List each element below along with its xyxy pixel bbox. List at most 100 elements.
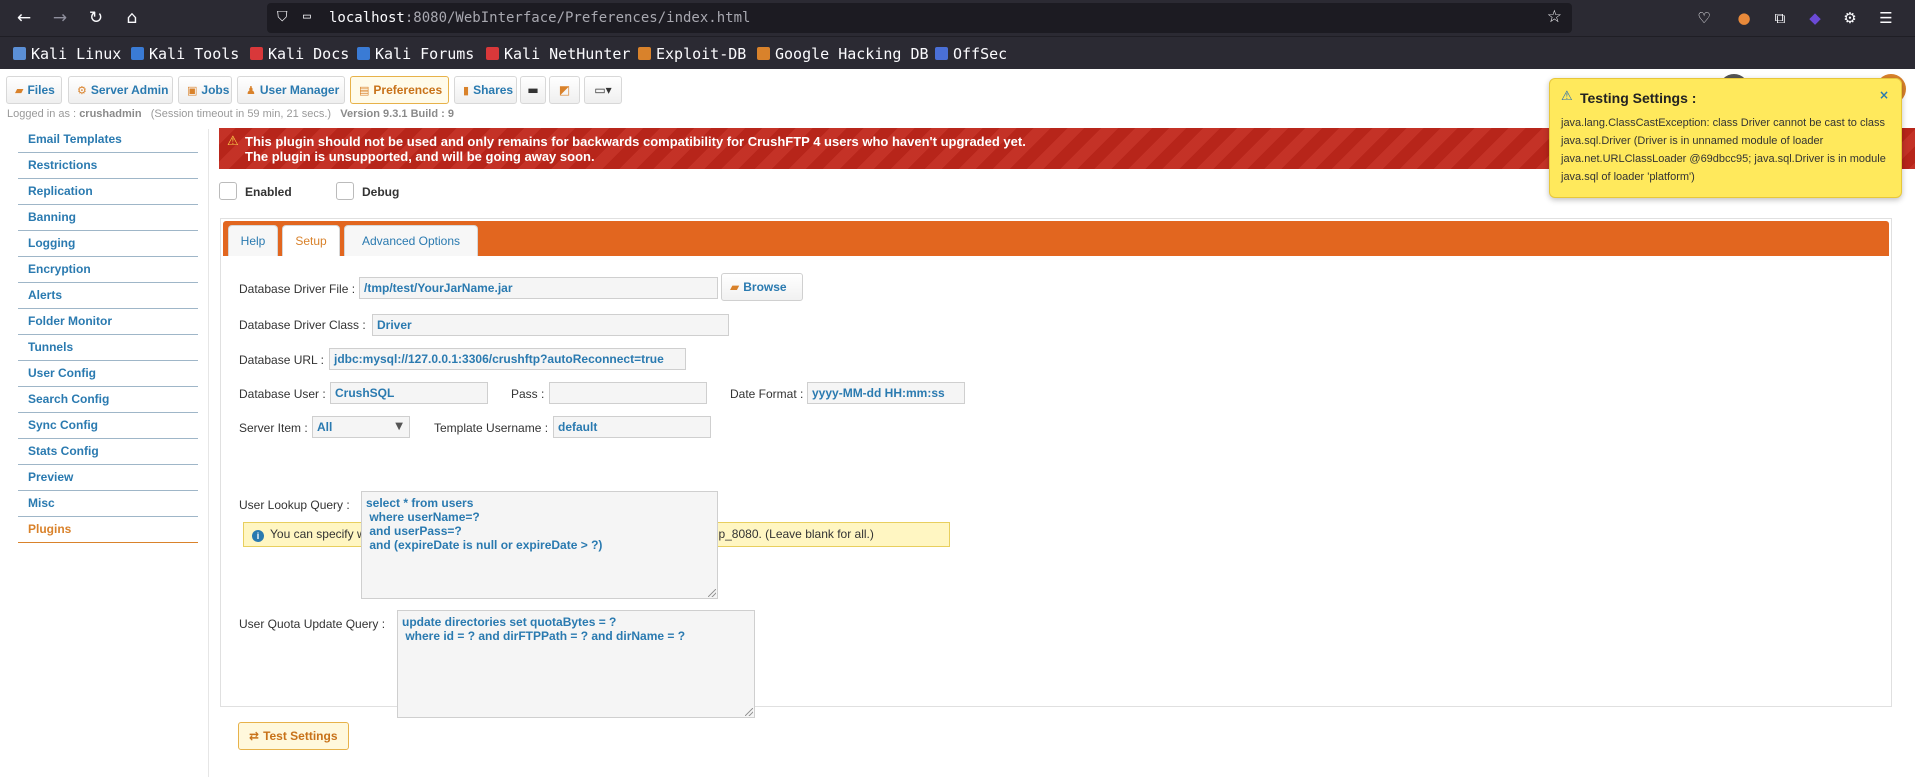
notification-title: Testing Settings :: [1580, 90, 1697, 106]
test-settings-button[interactable]: ⇄ Test Settings: [238, 722, 349, 750]
bookmark-star-icon[interactable]: ☆: [1547, 7, 1562, 27]
terminal-icon: ▬: [527, 83, 539, 97]
menu-replication[interactable]: Replication: [18, 179, 198, 205]
menu-icon[interactable]: ☰: [1875, 7, 1897, 29]
server-item-select[interactable]: All ▼: [312, 416, 410, 438]
menu-banning[interactable]: Banning: [18, 205, 198, 231]
server-item-label: Server Item :: [239, 421, 308, 435]
tab-advanced-options[interactable]: Advanced Options: [344, 225, 478, 256]
menu-search-config[interactable]: Search Config: [18, 387, 198, 413]
warning-line-1: This plugin should not be used and only …: [245, 134, 1026, 149]
bookmark-kali-linux[interactable]: Kali Linux: [13, 45, 121, 63]
browse-button[interactable]: ▰ Browse: [721, 273, 803, 301]
server-admin-button[interactable]: ⚙ Server Admin: [68, 76, 173, 104]
back-icon[interactable]: ←: [12, 6, 36, 30]
home-icon[interactable]: ⌂: [120, 6, 144, 30]
preferences-icon: ▤: [359, 84, 370, 97]
bookmark-kali-tools[interactable]: Kali Tools: [131, 45, 239, 63]
template-username-input[interactable]: default: [553, 416, 711, 438]
pass-label: Pass :: [511, 387, 545, 401]
date-format-label: Date Format :: [730, 387, 804, 401]
bookmark-kali-forums[interactable]: Kali Forums: [357, 45, 474, 63]
debug-checkbox[interactable]: [336, 182, 354, 200]
tab-setup[interactable]: Setup: [282, 225, 340, 256]
resize-handle-icon[interactable]: [745, 708, 753, 716]
bookmark-google-hacking-db[interactable]: Google Hacking DB: [757, 45, 929, 63]
template-username-label: Template Username :: [434, 421, 549, 435]
menu-plugins[interactable]: Plugins: [18, 517, 198, 543]
quota-query-label: User Quota Update Query :: [239, 617, 386, 631]
db-url-label: Database URL :: [239, 353, 324, 367]
files-button[interactable]: ▰ Files: [6, 76, 62, 104]
jobs-button[interactable]: ▣ Jobs: [178, 76, 232, 104]
extensions-icon[interactable]: ⧉: [1769, 7, 1791, 29]
preferences-button[interactable]: ▤ Preferences: [350, 76, 449, 104]
menu-logging[interactable]: Logging: [18, 231, 198, 257]
shield-icon[interactable]: ⛉: [277, 9, 288, 25]
enabled-label: Enabled: [245, 185, 292, 199]
db-user-input[interactable]: CrushSQL: [330, 382, 488, 404]
menu-alerts[interactable]: Alerts: [18, 283, 198, 309]
content-divider: [208, 129, 209, 777]
bookmark-kali-nethunter[interactable]: Kali NetHunter: [486, 45, 630, 63]
user-manager-button[interactable]: ♟ User Manager: [237, 76, 345, 104]
kali-tools-icon: [131, 47, 144, 60]
menu-stats-config[interactable]: Stats Config: [18, 439, 198, 465]
db-user-label: Database User :: [239, 387, 326, 401]
kali-nethunter-icon: [486, 47, 499, 60]
shares-button[interactable]: ▮ Shares: [454, 76, 517, 104]
menu-misc[interactable]: Misc: [18, 491, 198, 517]
exploit-db-icon: [638, 47, 651, 60]
menu-sync-config[interactable]: Sync Config: [18, 413, 198, 439]
ghdb-icon: [757, 47, 770, 60]
extension-purple-icon[interactable]: ◆: [1804, 7, 1826, 29]
exchange-icon: ⇄: [249, 729, 260, 743]
warning-line-2: The plugin is unsupported, and will be g…: [245, 149, 595, 164]
page-info-icon[interactable]: ▭: [303, 9, 311, 24]
pass-input[interactable]: [549, 382, 707, 404]
notification-body: java.lang.ClassCastException: class Driv…: [1561, 117, 1886, 183]
crushftp-app: ▰ Files ⚙ Server Admin ▣ Jobs ♟ User Manager…: [0, 69, 1915, 777]
driver-file-input[interactable]: /tmp/test/YourJarName.jar: [359, 277, 718, 299]
menu-encryption[interactable]: Encryption: [18, 257, 198, 283]
testing-settings-notification: ⚠ Testing Settings : × java.lang.ClassCa…: [1549, 78, 1902, 198]
folder-open-icon: ▰: [730, 280, 740, 294]
warning-icon: ⚠: [227, 134, 239, 149]
jobs-icon: ▣: [187, 84, 198, 97]
lookup-query-label: User Lookup Query :: [239, 498, 350, 512]
driver-class-label: Database Driver Class :: [239, 318, 366, 332]
tab-help[interactable]: Help: [228, 225, 278, 256]
date-format-input[interactable]: yyyy-MM-dd HH:mm:ss: [807, 382, 965, 404]
tools-button[interactable]: ◩: [549, 76, 580, 104]
bookmark-kali-docs[interactable]: Kali Docs: [250, 45, 349, 63]
image-dropdown-button[interactable]: ▭▾: [584, 76, 622, 104]
folder-icon: ▰: [15, 84, 24, 97]
menu-user-config[interactable]: User Config: [18, 361, 198, 387]
tab-bar: Help Setup Advanced Options: [223, 221, 1889, 256]
close-icon[interactable]: ×: [1879, 88, 1889, 102]
bookmark-exploit-db[interactable]: Exploit-DB: [638, 45, 746, 63]
profile-icon[interactable]: ●: [1733, 7, 1755, 29]
forward-icon[interactable]: →: [48, 6, 72, 30]
terminal-button[interactable]: ▬: [520, 76, 546, 104]
menu-preview[interactable]: Preview: [18, 465, 198, 491]
settings-icon[interactable]: ⚙: [1839, 7, 1861, 29]
menu-folder-monitor[interactable]: Folder Monitor: [18, 309, 198, 335]
driver-class-input[interactable]: Driver: [372, 314, 729, 336]
db-url-input[interactable]: jdbc:mysql://127.0.0.1:3306/crushftp?aut…: [329, 348, 686, 370]
debug-label: Debug: [362, 185, 400, 199]
menu-email-templates[interactable]: Email Templates: [18, 127, 198, 153]
menu-tunnels[interactable]: Tunnels: [18, 335, 198, 361]
kali-linux-icon: [13, 47, 26, 60]
lookup-query-textarea[interactable]: select * from users where userName=? and…: [361, 491, 718, 599]
bookmark-offsec[interactable]: OffSec: [935, 45, 1007, 63]
url-text[interactable]: localhost:8080/WebInterface/Preferences/…: [329, 10, 750, 26]
enabled-checkbox[interactable]: [219, 182, 237, 200]
resize-handle-icon[interactable]: [708, 589, 716, 597]
pocket-icon[interactable]: ♡: [1693, 7, 1715, 29]
menu-restrictions[interactable]: Restrictions: [18, 153, 198, 179]
reload-icon[interactable]: ↻: [84, 6, 108, 30]
address-bar[interactable]: ⛉ ▭ localhost:8080/WebInterface/Preferen…: [267, 3, 1572, 33]
wrench-icon: ◩: [558, 83, 571, 97]
quota-query-textarea[interactable]: update directories set quotaBytes = ? wh…: [397, 610, 755, 718]
